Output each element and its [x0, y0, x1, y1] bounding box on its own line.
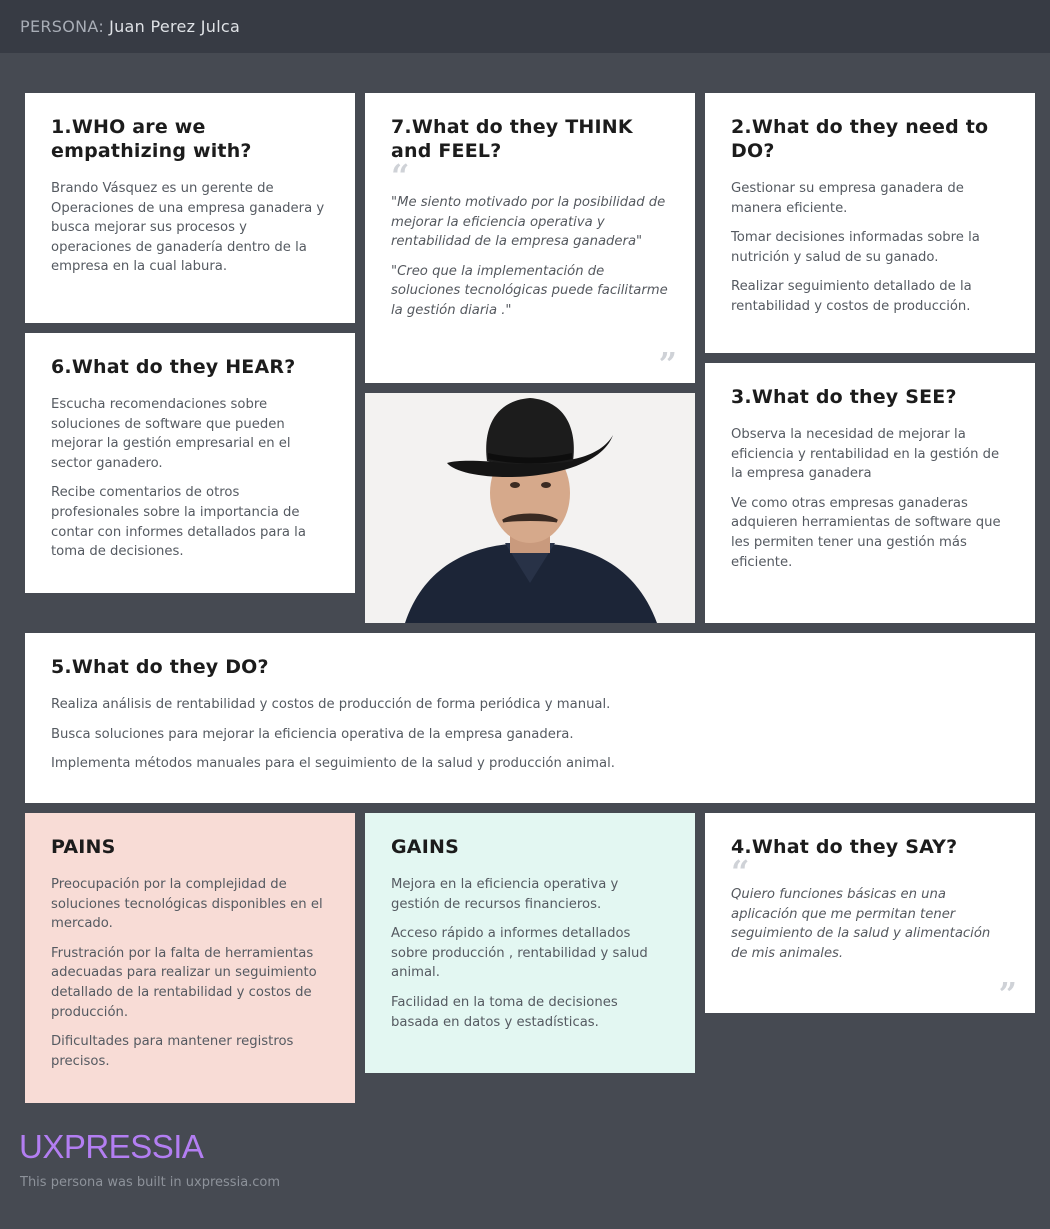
quote-close-icon: ”: [658, 345, 677, 383]
card-title: 7.What do they THINK and FEEL?: [391, 116, 633, 162]
quote-close-icon: ”: [998, 975, 1017, 1013]
quote-text: Quiero funciones básicas en una aplicaci…: [731, 887, 991, 961]
card-title: 4.What do they SAY?: [731, 836, 958, 858]
card-who[interactable]: 1.WHO are we empathizing with? Brando Vá…: [25, 93, 355, 323]
card-need-to-do[interactable]: 2.What do they need to DO? Gestionar su …: [705, 93, 1035, 353]
quote-text: "Creo que la implementación de solucione…: [391, 263, 668, 318]
card-hear[interactable]: 6.What do they HEAR? Escucha recomendaci…: [25, 333, 355, 593]
card-title: 1.WHO are we empathizing with?: [51, 116, 252, 162]
quote-open-icon: “: [391, 157, 410, 195]
persona-photo: [365, 393, 695, 623]
footer-note: This persona was built in uxpressia.com: [20, 1175, 281, 1190]
card-think-feel[interactable]: 7.What do they THINK and FEEL? “ "Me sie…: [365, 93, 695, 383]
card-text: Frustración por la falta de herramientas…: [51, 945, 317, 1020]
card-do[interactable]: 5.What do they DO? Realiza análisis de r…: [25, 633, 1035, 803]
card-say[interactable]: 4.What do they SAY? “ Quiero funciones b…: [705, 813, 1035, 1013]
card-text: Implementa métodos manuales para el segu…: [51, 756, 615, 772]
card-text: Gestionar su empresa ganadera de manera …: [731, 181, 964, 216]
card-gains[interactable]: GAINS Mejora en la eficiencia operativa …: [365, 813, 695, 1073]
card-text: Realiza análisis de rentabilidad y costo…: [51, 697, 611, 712]
card-title: 3.What do they SEE?: [731, 386, 957, 408]
card-text: Preocupación por la complejidad de soluc…: [51, 877, 323, 932]
card-text: Recibe comentarios de otros profesionale…: [51, 485, 306, 560]
card-text: Observa la necesidad de mejorar la efici…: [731, 427, 1000, 482]
uxpressia-logo[interactable]: UXPRESSIA: [19, 1128, 204, 1166]
quote-open-icon: “: [731, 853, 750, 891]
card-text: Dificultades para mantener registros pre…: [51, 1034, 294, 1069]
card-title: 5.What do they DO?: [51, 656, 269, 678]
card-text: Acceso rápido a informes detallados sobr…: [391, 926, 648, 981]
card-title: PAINS: [51, 836, 116, 858]
card-text: Busca soluciones para mejorar la eficien…: [51, 726, 574, 742]
card-text: Brando Vásquez es un gerente de Operacio…: [51, 181, 325, 275]
card-title: GAINS: [391, 836, 459, 858]
persona-name: Juan Perez Julca: [109, 17, 241, 36]
card-pains[interactable]: PAINS Preocupación por la complejidad de…: [25, 813, 355, 1103]
persona-label: PERSONA:: [20, 17, 105, 36]
persona-header: PERSONA: Juan Perez Julca: [0, 0, 1050, 53]
card-text: Tomar decisiones informadas sobre la nut…: [731, 230, 980, 265]
card-see[interactable]: 3.What do they SEE? Observa la necesidad…: [705, 363, 1035, 623]
card-title: 6.What do they HEAR?: [51, 356, 296, 378]
card-title: 2.What do they need to DO?: [731, 116, 989, 162]
card-text: Ve como otras empresas ganaderas adquier…: [731, 495, 1001, 570]
persona-avatar-illustration: [365, 393, 695, 623]
card-text: Mejora en la eficiencia operativa y gest…: [391, 877, 619, 912]
quote-text: "Me siento motivado por la posibilidad d…: [391, 195, 666, 250]
card-text: Escucha recomendaciones sobre soluciones…: [51, 397, 291, 471]
card-text: Realizar seguimiento detallado de la ren…: [731, 279, 972, 314]
card-text: Facilidad en la toma de decisiones basad…: [391, 994, 618, 1030]
